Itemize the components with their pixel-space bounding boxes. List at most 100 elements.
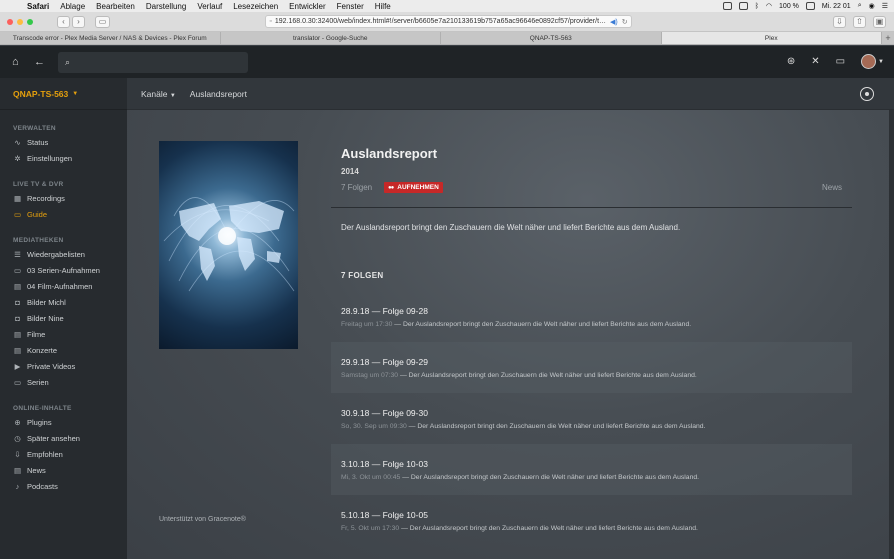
share-icon[interactable]: ⇧ [853, 16, 866, 28]
minimize-window-button[interactable] [17, 18, 23, 25]
downloads-icon[interactable]: ⇩ [833, 16, 846, 28]
menu-app-safari[interactable]: Safari [27, 2, 49, 11]
sidebar-item-einstellungen[interactable]: ✲ Einstellungen [0, 150, 127, 166]
episode-row[interactable]: 29.9.18 — Folge 09-29 Samstag um 07:30 — … [331, 342, 852, 393]
film-icon: ▤ [13, 281, 22, 291]
plex-header: ⌂ ← ⌕ ⊛ ✕ ▭ ▼ [0, 46, 894, 78]
menu-lesezeichen[interactable]: Lesezeichen [233, 2, 278, 11]
settings-tools-icon[interactable]: ✕ [811, 56, 819, 67]
back-arrow-icon[interactable]: ← [34, 56, 45, 68]
menu-hilfe[interactable]: Hilfe [375, 2, 391, 11]
video-icon: ▶ [14, 361, 21, 371]
server-selector[interactable]: QNAP-TS-563 ▼ [0, 78, 127, 110]
battery-level[interactable]: 100 % [779, 3, 799, 10]
sidebar-item-label: Empfohlen [27, 449, 63, 459]
sidebar-item-konzerte[interactable]: ▤ Konzerte [0, 342, 127, 358]
tab-qnap[interactable]: QNAP-TS-563 [441, 32, 662, 44]
audio-icon[interactable]: ◀) [610, 18, 618, 26]
sidebar-item-status[interactable]: ∿ Status [0, 134, 127, 150]
menubar-clock[interactable]: Mi. 22 01 [822, 3, 851, 10]
cast-icon[interactable]: ▭ [836, 56, 845, 67]
record-button-label: AUFNEHMEN [397, 184, 439, 191]
episode-title[interactable]: 3.10.18 — Folge 10-03 [341, 459, 852, 469]
plugin-icon: ⊕ [14, 417, 21, 427]
user-menu[interactable]: ▼ [861, 54, 884, 69]
tab-plex[interactable]: Plex [661, 32, 882, 44]
menu-verlauf[interactable]: Verlauf [197, 2, 222, 11]
address-bar[interactable]: ▫ 192.168.0.30:32400/web/index.html#!/se… [265, 15, 632, 28]
menu-bearbeiten[interactable]: Bearbeiten [96, 2, 135, 11]
sidebar-item-serien[interactable]: ▭ Serien [0, 374, 127, 390]
episode-title[interactable]: 28.9.18 — Folge 09-28 [341, 306, 852, 316]
search-icon[interactable]: ⌕ [858, 2, 862, 10]
sidebar-item-plugins[interactable]: ⊕ Plugins [0, 414, 127, 430]
episode-row[interactable]: 3.10.18 — Folge 10-03 Mi, 3. Okt um 00:45… [331, 444, 852, 495]
back-button[interactable]: ‹ [57, 15, 70, 28]
breadcrumb-channels-label[interactable]: Kanäle [141, 89, 167, 99]
tab-plex-forum[interactable]: Transcode error - Plex Media Server / NA… [0, 32, 221, 44]
episode-title[interactable]: 30.9.18 — Folge 09-30 [341, 408, 852, 418]
episode-description: So, 30. Sep um 09:30 — Der Auslandsrepor… [341, 423, 852, 430]
menu-extra-icon[interactable] [722, 2, 732, 10]
sidebar-item-bilder-nine[interactable]: ◘ Bilder Nine [0, 310, 127, 326]
new-tab-button[interactable]: + [882, 32, 894, 44]
episode-title[interactable]: 29.9.18 — Folge 09-29 [341, 357, 852, 367]
menu-fenster[interactable]: Fenster [337, 2, 364, 11]
episode-row[interactable]: 28.9.18 — Folge 09-28 Freitag um 17:30 — … [331, 291, 852, 342]
reload-icon[interactable]: ↻ [622, 18, 628, 26]
episode-summary: — Der Auslandsreport bringt den Zuschaue… [398, 372, 697, 379]
sidebar-item-bilder-michl[interactable]: ◘ Bilder Michl [0, 294, 127, 310]
sidebar-item-label: Filme [27, 329, 46, 339]
playlist-icon: ☰ [14, 249, 21, 259]
wifi-icon[interactable]: ◠ [766, 2, 772, 10]
record-button[interactable]: ●● AUFNEHMEN [384, 182, 443, 193]
activity-icon[interactable]: ⊛ [787, 56, 795, 67]
menu-entwickler[interactable]: Entwickler [289, 2, 325, 11]
bluetooth-icon[interactable]: ᛒ [755, 3, 759, 10]
tab-overview-icon[interactable]: ▣ [873, 16, 886, 28]
status-icon: ∿ [14, 137, 21, 147]
siri-icon[interactable]: ◉ [869, 2, 875, 10]
sidebar-item-recordings[interactable]: ▦ Recordings [0, 190, 127, 206]
forward-button[interactable]: › [72, 15, 85, 28]
search-box[interactable]: ⌕ [58, 51, 248, 73]
sidebar-item-news[interactable]: ▤ News [0, 462, 127, 478]
sidebar-item-wiedergabelisten[interactable]: ☰ Wiedergabelisten [0, 246, 127, 262]
sidebar-item-private-videos[interactable]: ▶ Private Videos [0, 358, 127, 374]
menu-extra-icon[interactable] [738, 2, 748, 10]
notification-center-icon[interactable]: ☰ [882, 2, 888, 10]
gear-icon: ✲ [14, 153, 21, 163]
sidebar-toggle-icon[interactable]: ▭ [95, 15, 110, 28]
episode-title[interactable]: 5.10.18 — Folge 10-05 [341, 510, 852, 520]
sidebar-item-guide[interactable]: ▭ Guide [0, 206, 127, 222]
tab-google-search[interactable]: translator - Google-Suche [221, 32, 441, 44]
record-status-icon[interactable] [860, 87, 874, 101]
sidebar-item-label: 04 Film-Aufnahmen [27, 281, 93, 291]
sidebar-item-04-film-aufnahmen[interactable]: ▤ 04 Film-Aufnahmen [0, 278, 127, 294]
tab-bar: Transcode error - Plex Media Server / NA… [0, 32, 894, 45]
sidebar-item-label: Status [27, 137, 49, 147]
breadcrumb-channels[interactable]: Kanäle ▼ [141, 89, 176, 99]
sidebar-item-podcasts[interactable]: ♪ Podcasts [0, 478, 127, 494]
menu-ablage[interactable]: Ablage [60, 2, 85, 11]
tv-icon: ▭ [13, 265, 22, 275]
sidebar-item-label: Wiedergabelisten [27, 249, 85, 259]
show-poster[interactable] [159, 141, 298, 349]
zoom-window-button[interactable] [27, 18, 33, 25]
episode-row[interactable]: 30.9.18 — Folge 09-30 So, 30. Sep um 09:3… [331, 393, 852, 444]
sidebar-item-empfohlen[interactable]: ⇩ Empfohlen [0, 446, 127, 462]
sidebar-item-später-ansehen[interactable]: ◷ Später ansehen [0, 430, 127, 446]
episode-row[interactable]: 5.10.18 — Folge 10-05 Fr, 5. Okt um 17:30… [331, 495, 852, 546]
close-window-button[interactable] [7, 18, 13, 25]
sidebar-item-03-serien-aufnahmen[interactable]: ▭ 03 Serien-Aufnahmen [0, 262, 127, 278]
avatar[interactable] [861, 54, 877, 69]
server-name[interactable]: QNAP-TS-563 [13, 89, 68, 99]
battery-icon[interactable] [805, 2, 815, 10]
search-input[interactable] [76, 57, 237, 67]
sidebar-item-filme[interactable]: ▤ Filme [0, 326, 127, 342]
episode-airing: Samstag um 07:30 [341, 372, 399, 379]
home-icon[interactable]: ⌂ [12, 56, 22, 68]
scrollbar[interactable] [889, 110, 894, 559]
menu-darstellung[interactable]: Darstellung [146, 2, 186, 11]
url-text[interactable]: 192.168.0.30:32400/web/index.html#!/serv… [275, 18, 606, 25]
